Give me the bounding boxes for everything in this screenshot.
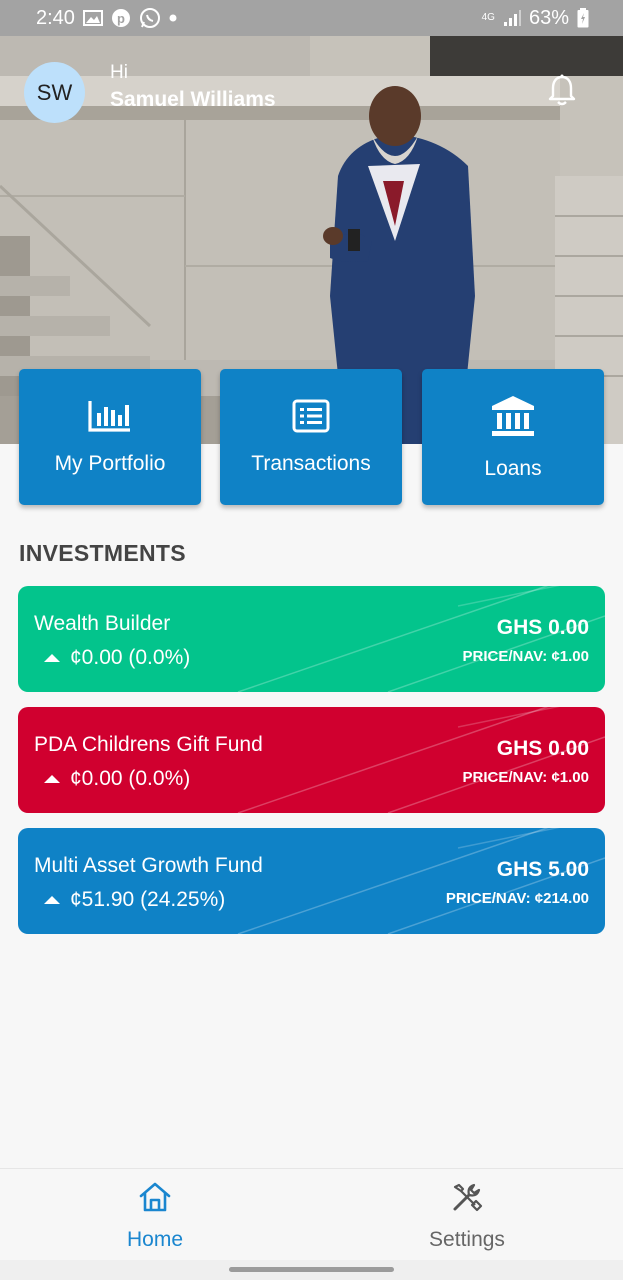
fund-price-nav: PRICE/NAV: ¢1.00 (462, 648, 589, 665)
fund-change-value: ¢0.00 (0.0%) (70, 767, 191, 790)
investment-card-pda-childrens-gift-fund[interactable]: PDA Childrens Gift Fund ¢0.00 (0.0%) GHS… (18, 707, 605, 813)
status-bar: 2:40 p 4G 63% (0, 0, 623, 36)
fund-amount: GHS 0.00 (496, 737, 589, 760)
my-portfolio-label: My Portfolio (54, 451, 166, 475)
fund-price-nav: PRICE/NAV: ¢214.00 (445, 890, 589, 907)
loans-label: Loans (484, 456, 542, 480)
transactions-button[interactable]: Transactions (220, 369, 402, 505)
whatsapp-notification-icon (139, 7, 161, 29)
my-portfolio-button[interactable]: My Portfolio (19, 369, 201, 505)
nav-settings-label: Settings (429, 1228, 505, 1251)
gesture-handle[interactable] (229, 1267, 394, 1272)
up-arrow-icon (44, 896, 60, 904)
fund-amount: GHS 5.00 (496, 858, 589, 881)
greeting-text: Hi (110, 62, 128, 83)
pinterest-notification-icon: p (111, 8, 131, 28)
user-name: Samuel Williams (110, 88, 276, 111)
fund-change-value: ¢0.00 (0.0%) (70, 646, 191, 669)
fund-change-value: ¢51.90 (24.25%) (70, 888, 226, 911)
user-avatar[interactable]: SW (24, 62, 85, 123)
fund-name: PDA Childrens Gift Fund (34, 733, 263, 756)
bank-icon (490, 394, 536, 443)
tools-icon (451, 1181, 483, 1218)
fund-change: ¢0.00 (0.0%) (44, 646, 190, 670)
bottom-navigation: Home Settings (0, 1168, 623, 1260)
up-arrow-icon (44, 654, 60, 662)
fund-name: Multi Asset Growth Fund (34, 854, 263, 877)
home-icon (138, 1181, 172, 1218)
nav-settings[interactable]: Settings (418, 1181, 516, 1252)
battery-percent: 63% (528, 6, 569, 29)
nav-home-label: Home (126, 1228, 184, 1251)
network-type: 4G (481, 12, 495, 23)
investment-card-multi-asset-growth-fund[interactable]: Multi Asset Growth Fund ¢51.90 (24.25%) … (18, 828, 605, 934)
investment-card-wealth-builder[interactable]: Wealth Builder ¢0.00 (0.0%) GHS 0.00 PRI… (18, 586, 605, 692)
loans-button[interactable]: Loans (422, 369, 604, 505)
transactions-label: Transactions (251, 451, 371, 475)
fund-price-nav: PRICE/NAV: ¢1.00 (462, 769, 589, 786)
list-icon (292, 399, 330, 438)
system-gesture-bar (0, 1260, 623, 1280)
investments-title: INVESTMENTS (19, 540, 186, 566)
svg-text:p: p (117, 11, 125, 26)
avatar-initials: SW (36, 79, 73, 105)
more-notifications-dot-icon (169, 14, 177, 22)
battery-charging-icon (577, 8, 589, 28)
status-time: 2:40 (36, 6, 75, 29)
fund-change: ¢51.90 (24.25%) (44, 888, 225, 912)
nav-home[interactable]: Home (106, 1181, 204, 1252)
greeting-block: Hi Samuel Williams (110, 62, 276, 112)
fund-amount: GHS 0.00 (496, 616, 589, 639)
gallery-notification-icon (82, 9, 103, 27)
bar-chart-icon (88, 399, 132, 438)
fund-name: Wealth Builder (34, 612, 171, 635)
fund-change: ¢0.00 (0.0%) (44, 767, 190, 791)
up-arrow-icon (44, 775, 60, 783)
signal-icon (503, 10, 521, 26)
